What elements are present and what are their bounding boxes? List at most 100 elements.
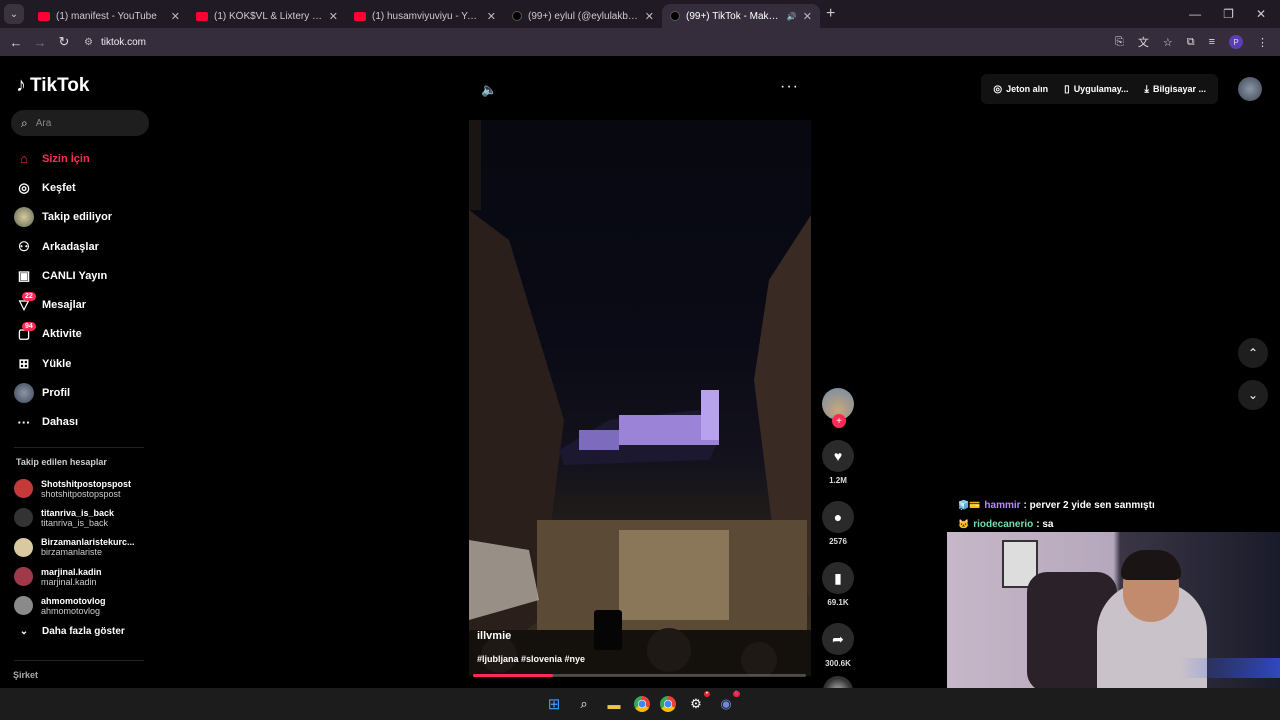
video-options-icon[interactable]: ··· — [780, 78, 799, 96]
rgb-light — [1180, 658, 1280, 678]
site-info-icon[interactable]: ⚙ — [84, 37, 93, 48]
back-button[interactable]: ← — [4, 35, 28, 50]
browser-tab[interactable]: (1) KÖK$VL & Lixtery - Aşırı Tan ✕ — [188, 4, 346, 28]
video-hashtags[interactable]: #ljubljana #slovenia #nye — [477, 654, 585, 664]
nav-item[interactable]: ⚇ Arkadaşlar — [14, 232, 154, 261]
volume-icon[interactable]: 🔈 — [481, 82, 497, 98]
browser-profile-avatar[interactable]: P — [1229, 35, 1243, 49]
video-player[interactable] — [469, 120, 811, 676]
media-controls-icon[interactable]: ≡ — [1209, 36, 1215, 48]
taskbar-search-icon[interactable]: ⌕ — [574, 694, 594, 714]
get-app-button[interactable]: ▯ Uygulamay... — [1056, 74, 1137, 104]
nav-item[interactable]: ⌂ Sizin İçin — [14, 144, 154, 173]
account-avatar — [14, 537, 33, 557]
like-count: 1.2M — [829, 476, 847, 485]
browser-tab[interactable]: (1) manifest - YouTube ✕ — [30, 4, 188, 28]
nav-item[interactable]: ··· Dahası — [14, 408, 154, 437]
nav-label: CANLI Yayın — [42, 269, 108, 282]
video-creator[interactable]: illvmie — [477, 630, 511, 642]
browser-menu-icon[interactable]: ⋮ — [1257, 36, 1268, 49]
user-avatar[interactable] — [1238, 77, 1262, 101]
following-account[interactable]: Shotshitpostopspost shotshitpostopspost — [14, 474, 154, 503]
steam-icon[interactable]: ⚙ • — [686, 691, 710, 714]
browser-tab[interactable]: (99+) eylul (@eylulakbyik) | TikT ✕ — [504, 4, 662, 28]
browser-tab[interactable]: (99+) TikTok - Make Your Da 🔊 ✕ — [662, 4, 820, 28]
translate-icon[interactable]: 文 — [1138, 34, 1149, 50]
minimize-button[interactable]: — — [1189, 7, 1201, 21]
chrome-icon[interactable] — [634, 696, 650, 712]
save-count: 69.1K — [827, 598, 849, 607]
company-link[interactable]: Şirket — [13, 670, 38, 680]
file-explorer-icon[interactable]: ▬ — [604, 694, 624, 714]
follow-plus-icon[interactable]: + — [832, 414, 846, 428]
account-handle: titanriva_is_back — [41, 517, 109, 528]
show-more-button[interactable]: ⌄ Daha fazla göster — [14, 626, 125, 637]
account-display-name: ahmomotovlog — [41, 595, 106, 606]
tab-audio-icon[interactable]: 🔊 — [787, 12, 797, 21]
close-tab-icon[interactable]: ✕ — [487, 10, 496, 23]
close-tab-icon[interactable]: ✕ — [803, 10, 812, 23]
following-account[interactable]: marjinal.kadin marjinal.kadin — [14, 562, 154, 591]
bookmark-star-icon[interactable]: ☆ — [1163, 36, 1173, 49]
nav-label: Takip ediliyor — [42, 211, 113, 224]
close-tab-icon[interactable]: ✕ — [171, 10, 180, 23]
share-count: 300.6K — [825, 659, 851, 668]
tiktok-logo[interactable]: ♪ TikTok — [16, 74, 89, 97]
discord-icon[interactable]: ◉ 9 — [716, 691, 740, 714]
comment-icon[interactable]: ● — [822, 501, 854, 533]
url-field[interactable]: ⚙ tiktok.com — [84, 37, 146, 48]
comment-action: ● 2576 — [820, 501, 856, 546]
browser-toolbar: ⎘ 文 ☆ ⧉ ≡ P ⋮ — [1115, 34, 1280, 50]
account-display-name: titanriva_is_back — [41, 507, 115, 518]
nav-label: Profil — [42, 387, 71, 400]
phone-icon: ▯ — [1064, 83, 1070, 95]
get-coins-button[interactable]: ◎ Jeton alın — [985, 74, 1057, 104]
chevron-down-icon: ⌄ — [1247, 388, 1259, 402]
share-action: ➦ 300.6K — [820, 623, 856, 668]
account-handle: ahmomotovlog — [41, 605, 101, 616]
tiktok-page: ♪ TikTok ⌕ Ara ⌂ Sizin İçin ◎ Keşfet Takip e… — [0, 56, 1280, 706]
install-app-icon[interactable]: ⎘ — [1115, 36, 1124, 49]
windows-start-icon[interactable]: ⊞ — [544, 694, 564, 714]
heart-icon[interactable]: ♥ — [822, 440, 854, 472]
chrome-profile-icon[interactable] — [660, 696, 676, 712]
nav-item[interactable]: ⊞ Yükle — [14, 349, 154, 378]
close-tab-icon[interactable]: ✕ — [329, 10, 338, 23]
close-window-button[interactable]: ✕ — [1256, 7, 1266, 21]
tab-search-button[interactable]: ⌄ — [4, 4, 24, 24]
search-input[interactable]: ⌕ Ara — [11, 110, 149, 136]
video-progress-bar[interactable] — [473, 674, 806, 677]
extensions-icon[interactable]: ⧉ — [1187, 36, 1195, 49]
forward-button[interactable]: → — [28, 35, 52, 50]
tab-title: (99+) TikTok - Make Your Da — [686, 10, 781, 22]
nav-item[interactable]: ▽ 22 Mesajlar — [14, 290, 154, 319]
following-account[interactable]: titanriva_is_back titanriva_is_back — [14, 503, 154, 532]
nav-item[interactable]: ◎ Keşfet — [14, 173, 154, 202]
account-avatar — [14, 508, 33, 528]
friends-icon: ⚇ — [18, 238, 30, 254]
new-tab-button[interactable]: + — [826, 5, 835, 23]
nav-divider — [14, 447, 144, 448]
browser-tab[interactable]: (1) husamviyuviyu - YouTube ✕ — [346, 4, 504, 28]
share-icon[interactable]: ➦ — [822, 623, 854, 655]
nav-item[interactable]: ▢ 94 Aktivite — [14, 320, 154, 349]
bookmark-icon[interactable]: ▮ — [822, 562, 854, 594]
following-account[interactable]: Birzamanlaristekurc... birzamanlariste — [14, 533, 154, 562]
nav-item[interactable]: ▣ CANLI Yayın — [14, 261, 154, 290]
nav-item[interactable]: Profil — [14, 378, 154, 407]
close-tab-icon[interactable]: ✕ — [645, 10, 654, 23]
following-account[interactable]: ahmomotovlog ahmomotovlog — [14, 591, 154, 620]
maximize-button[interactable]: ❐ — [1223, 7, 1234, 21]
creator-avatar[interactable]: + — [822, 388, 854, 428]
nav-item[interactable]: Takip ediliyor — [14, 203, 154, 232]
nav-label: Keşfet — [42, 181, 76, 194]
account-avatar — [14, 596, 33, 616]
reload-button[interactable]: ↻ — [52, 34, 76, 50]
previous-video-button[interactable]: ⌃ — [1238, 338, 1268, 368]
following-section-title: Takip edilen hesaplar — [16, 457, 107, 467]
desktop-app-button[interactable]: ⤓ Bilgisayar ... — [1136, 74, 1214, 104]
logo-text: TikTok — [30, 74, 90, 96]
youtube-icon — [354, 11, 366, 21]
get-app-label: Uygulamay... — [1073, 84, 1129, 94]
next-video-button[interactable]: ⌄ — [1238, 380, 1268, 410]
